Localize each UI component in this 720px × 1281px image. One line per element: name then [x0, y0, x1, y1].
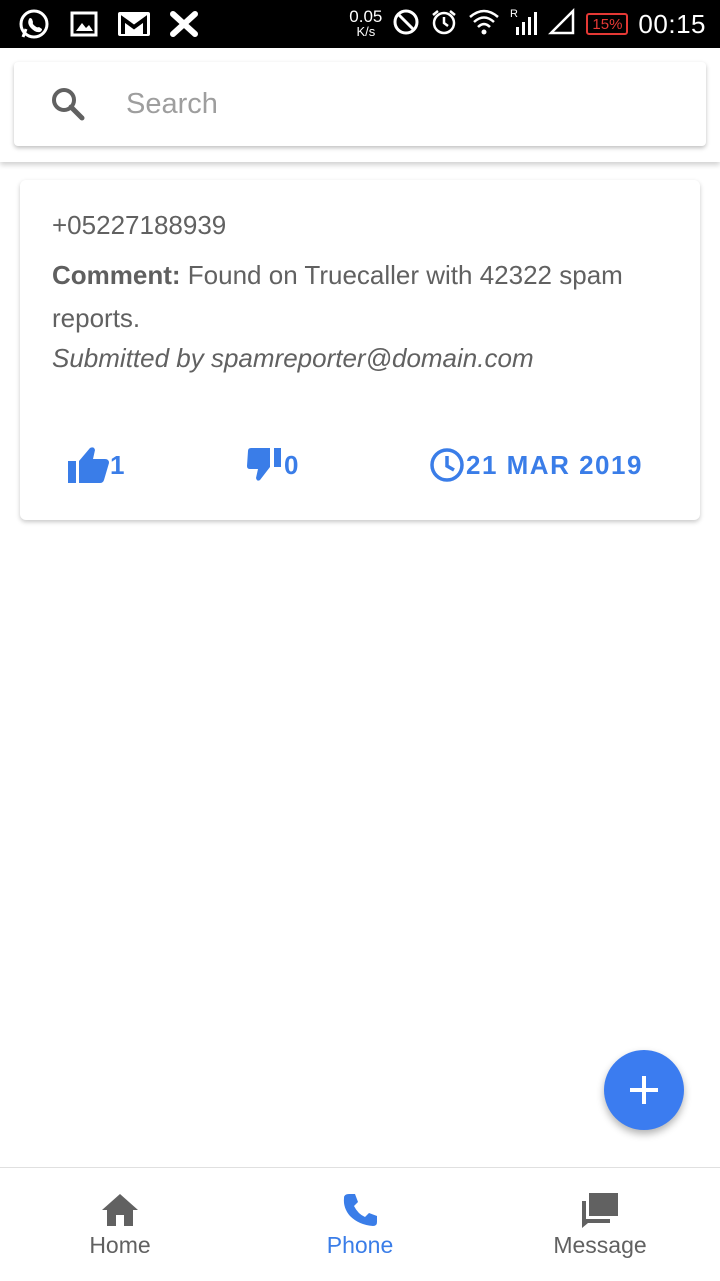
bottom-navigation: Home Phone Message	[0, 1167, 720, 1280]
signal-empty-icon	[548, 7, 576, 41]
card-actions: 1 0 21 MAR 2019	[20, 440, 700, 490]
report-date: 21 MAR 2019	[428, 440, 643, 490]
downvote-count: 0	[284, 449, 299, 480]
plus-icon	[630, 1076, 658, 1104]
upvote-count: 1	[110, 449, 125, 480]
battery-indicator: 15%	[586, 13, 629, 35]
home-icon	[100, 1190, 140, 1230]
thumbs-down-icon	[247, 448, 281, 481]
network-speed-value: 0.05	[349, 7, 383, 26]
submitted-by: Submitted by spamreporter@domain.com	[52, 343, 534, 373]
upvote-button[interactable]: 1	[66, 440, 124, 490]
battery-level: 15%	[592, 15, 623, 33]
nav-message-label: Message	[553, 1232, 647, 1258]
phone-icon	[340, 1190, 380, 1230]
status-system: 0.05 K/s R 15% 00:15	[349, 7, 720, 42]
spam-report-card[interactable]: +05227188939 Comment: Found on Truecalle…	[20, 180, 700, 520]
downvote-button[interactable]: 0	[246, 440, 298, 490]
gmail-icon	[116, 6, 152, 42]
search-header	[0, 48, 720, 162]
x-app-icon	[166, 6, 202, 42]
network-speed: 0.05 K/s	[349, 7, 383, 39]
dnd-icon	[392, 8, 420, 41]
add-report-button[interactable]	[604, 1050, 684, 1130]
nav-home[interactable]: Home	[0, 1168, 240, 1281]
nav-message[interactable]: Message	[480, 1168, 720, 1281]
clock: 00:15	[638, 8, 706, 39]
report-date-text: 21 MAR 2019	[466, 449, 643, 480]
search-bar[interactable]	[14, 62, 706, 146]
nav-phone-label: Phone	[326, 1232, 394, 1258]
comment-label: Comment:	[52, 260, 181, 290]
message-icon	[580, 1190, 620, 1230]
report-comment: Comment: Found on Truecaller with 42322 …	[52, 254, 682, 340]
search-icon[interactable]	[50, 86, 86, 122]
clock-icon	[430, 448, 464, 482]
wifi-icon	[468, 8, 500, 41]
status-bar: 0.05 K/s R 15% 00:15	[0, 0, 720, 48]
whatsapp-icon	[16, 6, 52, 42]
signal-icon: R	[510, 7, 538, 42]
search-input[interactable]	[124, 86, 624, 122]
thumbs-up-icon	[68, 447, 109, 483]
gallery-icon	[66, 6, 102, 42]
nav-phone[interactable]: Phone	[240, 1168, 480, 1281]
phone-number: +05227188939	[52, 210, 227, 240]
nav-home-label: Home	[89, 1232, 151, 1258]
status-notifications	[0, 6, 202, 42]
svg-text:R: R	[510, 8, 518, 20]
network-speed-unit: K/s	[356, 24, 376, 39]
alarm-icon	[430, 8, 458, 41]
